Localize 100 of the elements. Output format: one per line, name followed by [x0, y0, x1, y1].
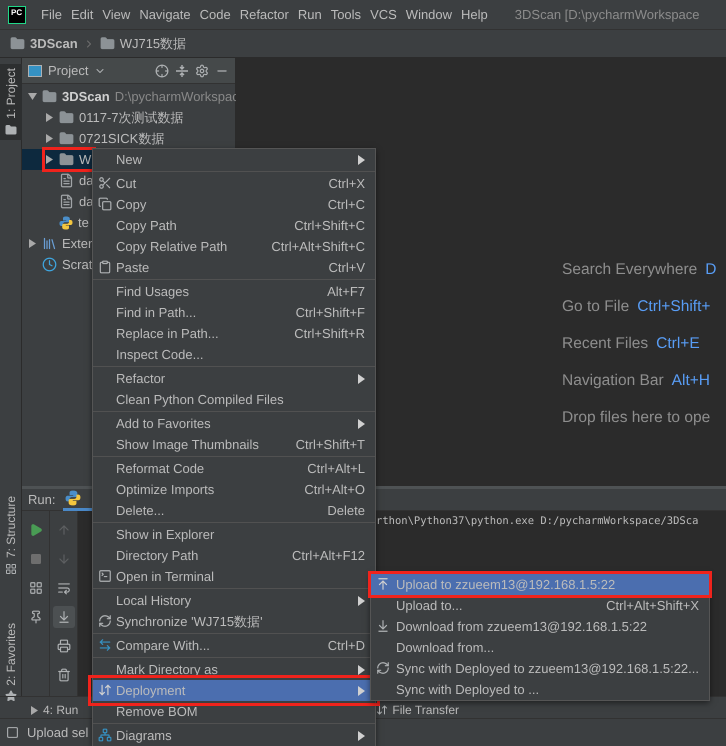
collapse-all-icon[interactable] — [175, 64, 189, 78]
menu-item[interactable]: Delete... Delete — [93, 500, 375, 521]
menu-item[interactable]: Copy Path Ctrl+Shift+C — [93, 215, 375, 236]
status-square-icon[interactable] — [6, 726, 19, 739]
menu-item[interactable]: Upload to... Ctrl+Alt+Shift+X — [371, 595, 709, 616]
panel-icon — [28, 64, 42, 76]
compare-arrows-icon — [98, 638, 112, 652]
menu-bar-item[interactable]: Help — [461, 7, 488, 22]
menu-item[interactable]: Clean Python Compiled Files — [93, 389, 375, 410]
menu-bar-item[interactable]: Tools — [330, 7, 362, 22]
editor-hint: Go to File — [562, 298, 630, 316]
status-message: Upload sel — [27, 725, 88, 740]
tree-item-label[interactable]: te — [78, 215, 89, 230]
menu-item[interactable]: Reformat Code Ctrl+Alt+L — [93, 458, 375, 479]
tool-window-tab[interactable]: 7: Structure — [0, 492, 22, 579]
folder-icon — [100, 36, 115, 51]
menu-bar-item[interactable]: VCS — [370, 7, 397, 22]
tool-window-tab[interactable]: 1: Project — [0, 64, 22, 140]
menu-item[interactable]: Find Usages Alt+F7 — [93, 281, 375, 302]
python-icon — [59, 216, 73, 230]
folder-icon — [4, 124, 16, 136]
menu-bar-item[interactable]: Window — [406, 7, 452, 22]
expand-arrow-icon[interactable] — [28, 239, 37, 248]
expand-arrow-icon[interactable] — [45, 134, 54, 143]
tree-item-label[interactable]: Exter — [62, 236, 92, 251]
menu-item[interactable]: Optimize Imports Ctrl+Alt+O — [93, 479, 375, 500]
menu-item[interactable]: Copy Ctrl+C — [93, 194, 375, 215]
menu-item[interactable]: Sync with Deployed to zzueem13@192.168.1.5:22... — [371, 658, 709, 679]
diagram-icon — [98, 728, 112, 742]
menu-item[interactable]: Show in Explorer — [93, 524, 375, 545]
editor-hint: Search Everywhere — [562, 261, 698, 279]
pin-icon — [28, 610, 42, 624]
tree-item-label[interactable]: 3DScan — [62, 89, 110, 104]
run-panel-title: Run: — [28, 492, 56, 507]
library-icon — [42, 236, 57, 251]
play-icon — [28, 523, 42, 537]
collapse-arrow-icon[interactable] — [28, 92, 37, 101]
menu-item[interactable]: Show Image Thumbnails Ctrl+Shift+T — [93, 434, 375, 455]
window-title: 3DScan [D:\pycharmWorkspace — [514, 7, 700, 22]
menu-item[interactable]: New — [93, 149, 375, 170]
panel-title[interactable]: Project — [48, 63, 88, 78]
shortcut-hint: Ctrl+Shift+ — [637, 298, 710, 316]
expand-arrow-icon[interactable] — [45, 155, 54, 164]
menu-item[interactable]: Copy Relative Path Ctrl+Alt+Shift+C — [93, 236, 375, 257]
folder-icon — [59, 131, 74, 146]
sync-icon — [376, 661, 390, 675]
menu-bar-item[interactable]: Navigate — [139, 7, 191, 22]
tree-item-label[interactable]: Scrat — [62, 257, 92, 272]
editor-hint: Recent Files — [562, 335, 648, 353]
shortcut-hint: Ctrl+E — [656, 335, 700, 353]
structure-icon — [4, 562, 16, 575]
scroll-to-end-icon — [56, 610, 70, 624]
menu-item[interactable]: Find in Path... Ctrl+Shift+F — [93, 302, 375, 323]
locate-icon[interactable] — [155, 64, 169, 78]
breadcrumb-item[interactable]: WJ715数据 — [120, 34, 186, 52]
settings-icon[interactable] — [195, 64, 209, 78]
menu-bar-item[interactable]: Edit — [70, 7, 94, 22]
down-arrow-icon — [56, 552, 70, 566]
folder-icon — [59, 110, 74, 125]
bottom-tool-tab[interactable]: 4: Run — [30, 703, 78, 717]
bottom-tool-tab[interactable]: File Transfer — [376, 703, 460, 717]
folder-icon — [59, 152, 74, 167]
menu-bar-item[interactable]: Run — [298, 7, 322, 22]
tree-item-label[interactable]: W — [79, 152, 92, 167]
menu-bar-item[interactable]: Code — [200, 7, 231, 22]
app-logo: PC — [8, 6, 26, 24]
play-icon[interactable] — [30, 706, 39, 714]
menu-item[interactable]: Cut Ctrl+X — [93, 173, 375, 194]
console-line: rthon\Python37\python.exe D:/pycharmWorkspace/3DSca — [376, 515, 698, 527]
menu-item[interactable]: Diagrams — [93, 725, 375, 746]
layout-icon — [28, 581, 42, 595]
menu-bar-item[interactable]: File — [41, 7, 62, 22]
menu-item[interactable]: Directory Path Ctrl+Alt+F12 — [93, 545, 375, 566]
folder-icon — [10, 36, 25, 51]
menu-bar-item[interactable]: Refactor — [240, 7, 289, 22]
menu-item[interactable]: Paste Ctrl+V — [93, 257, 375, 278]
project-path: D:\pycharmWorkspac — [114, 89, 239, 104]
expand-arrow-icon[interactable] — [45, 113, 54, 122]
menu-item[interactable]: Remove BOM — [93, 701, 375, 722]
menu-bar-item[interactable]: View — [102, 7, 130, 22]
star-icon — [4, 690, 16, 702]
menu-item[interactable]: Add to Favorites — [93, 413, 375, 434]
menu-item[interactable]: Replace in Path... Ctrl+Shift+R — [93, 323, 375, 344]
menu-item[interactable]: Refactor — [93, 368, 375, 389]
scratch-icon — [42, 257, 57, 272]
shortcut-hint: D — [705, 261, 716, 279]
download-icon — [376, 619, 390, 633]
menu-item[interactable]: Inspect Code... — [93, 344, 375, 365]
scissors-icon — [98, 176, 112, 190]
breadcrumb-item[interactable]: 3DScan — [30, 36, 78, 51]
tree-item-label[interactable]: 0117-7次测试数据 — [79, 108, 184, 126]
stop-icon — [30, 553, 42, 565]
tool-window-tab[interactable]: 2: Favorites — [0, 618, 22, 706]
tree-item-label[interactable]: 0721SICK数据 — [79, 130, 164, 148]
editor-hint: Drop files here to ope — [562, 409, 710, 427]
trash-icon — [56, 668, 70, 682]
scroll-to-end-button[interactable] — [52, 606, 74, 628]
upload-icon — [376, 577, 390, 591]
shortcut-hint: Alt+H — [672, 372, 710, 390]
menu-item[interactable]: Download from zzueem13@192.168.1.5:22 — [371, 616, 709, 637]
